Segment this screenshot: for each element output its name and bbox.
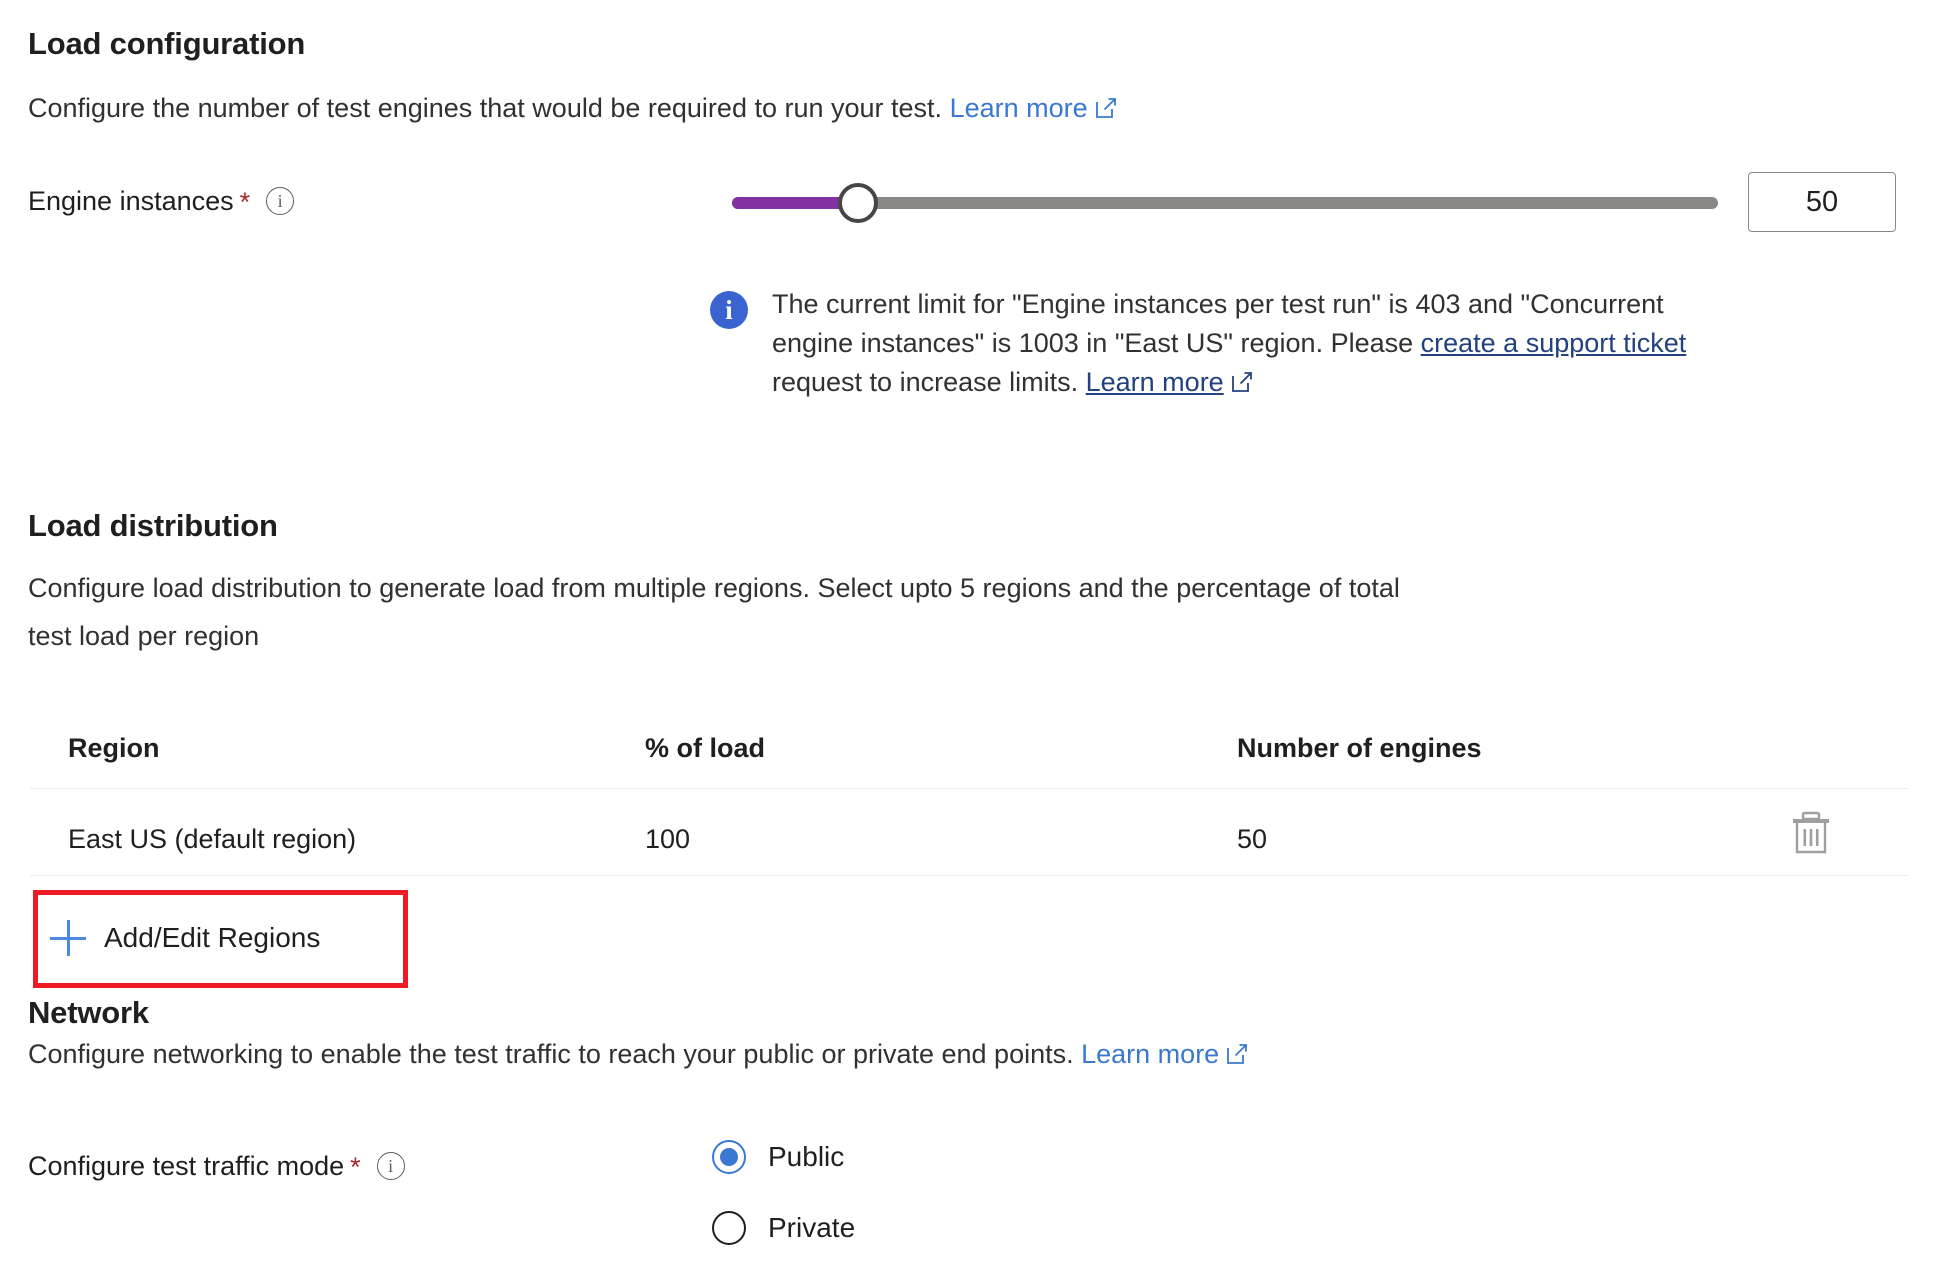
table-row-percent-of-load-value: 100 [645,824,691,854]
info-filled-icon [710,291,748,329]
traffic-mode-required-marker: * [350,1152,361,1182]
traffic-mode-label-row: Configure test traffic mode * [28,1151,405,1183]
plus-icon [50,920,86,956]
load-configuration-learn-more-link[interactable]: Learn more [950,93,1117,123]
engine-instances-label-row: Engine instances * [28,186,295,218]
info-circle-outline-icon[interactable] [376,1152,405,1180]
load-configuration-description: Configure the number of test engines tha… [28,84,1528,134]
table-header-percent-of-load: % of load [645,733,765,763]
add-edit-regions-label: Add/Edit Regions [104,922,321,953]
network-description: Configure networking to enable the test … [28,1030,1908,1080]
engine-instances-value: 50 [1805,185,1839,218]
engine-instances-slider-track[interactable] [732,197,1718,209]
table-header-divider [30,788,1908,789]
table-row-number-of-engines-value: 50 [1237,824,1268,854]
info-circle-outline-icon[interactable] [266,187,295,215]
table-row-region-value: East US (default region) [68,824,357,854]
engine-instances-label: Engine instances [28,186,234,216]
limit-message-line-2-text: engine instances" is 1003 in "East US" r… [772,328,1421,358]
table-row-divider [30,875,1908,876]
load-distribution-description-line-1: Configure load distribution to generate … [28,573,1400,603]
external-link-icon [1095,86,1117,134]
traffic-mode-option-private[interactable]: Private [712,1211,855,1245]
engine-instances-value-input[interactable]: 50 [1748,172,1896,232]
table-header-number-of-engines: Number of engines [1237,733,1482,763]
load-configuration-title: Load configuration [28,26,306,61]
network-title: Network [28,995,149,1030]
limit-message-line-3-text: request to increase limits. [772,367,1086,397]
external-link-icon [1231,365,1253,404]
load-distribution-description-line-2: test load per region [28,621,260,651]
engine-instances-required-marker: * [239,187,251,217]
network-description-text: Configure networking to enable the test … [28,1039,1074,1069]
traffic-mode-option-public[interactable]: Public [712,1140,844,1174]
load-configuration-learn-more-label: Learn more [949,93,1088,123]
load-configuration-description-text: Configure the number of test engines tha… [28,93,943,123]
network-learn-more-link[interactable]: Learn more [1081,1039,1248,1069]
add-edit-regions-button[interactable]: Add/Edit Regions [50,920,320,956]
radio-private-icon[interactable] [712,1211,746,1245]
table-header-region: Region [68,733,160,763]
limit-message-learn-more-link[interactable]: Learn more [1086,367,1224,397]
network-learn-more-label: Learn more [1081,1039,1220,1069]
trash-icon [1793,811,1829,854]
delete-region-button[interactable] [1790,810,1832,856]
external-link-icon [1226,1032,1248,1080]
create-support-ticket-link[interactable]: create a support ticket [1421,328,1687,358]
load-distribution-title: Load distribution [28,508,278,543]
engine-instances-slider-thumb[interactable] [838,183,878,223]
traffic-mode-option-public-label: Public [768,1141,845,1172]
traffic-mode-label: Configure test traffic mode [28,1151,345,1181]
engine-instances-limit-message: The current limit for "Engine instances … [772,285,1902,404]
traffic-mode-option-private-label: Private [768,1212,856,1243]
load-distribution-description: Configure load distribution to generate … [28,564,1908,660]
limit-message-line-1: The current limit for "Engine instances … [772,289,1664,319]
radio-public-icon[interactable] [712,1140,746,1174]
